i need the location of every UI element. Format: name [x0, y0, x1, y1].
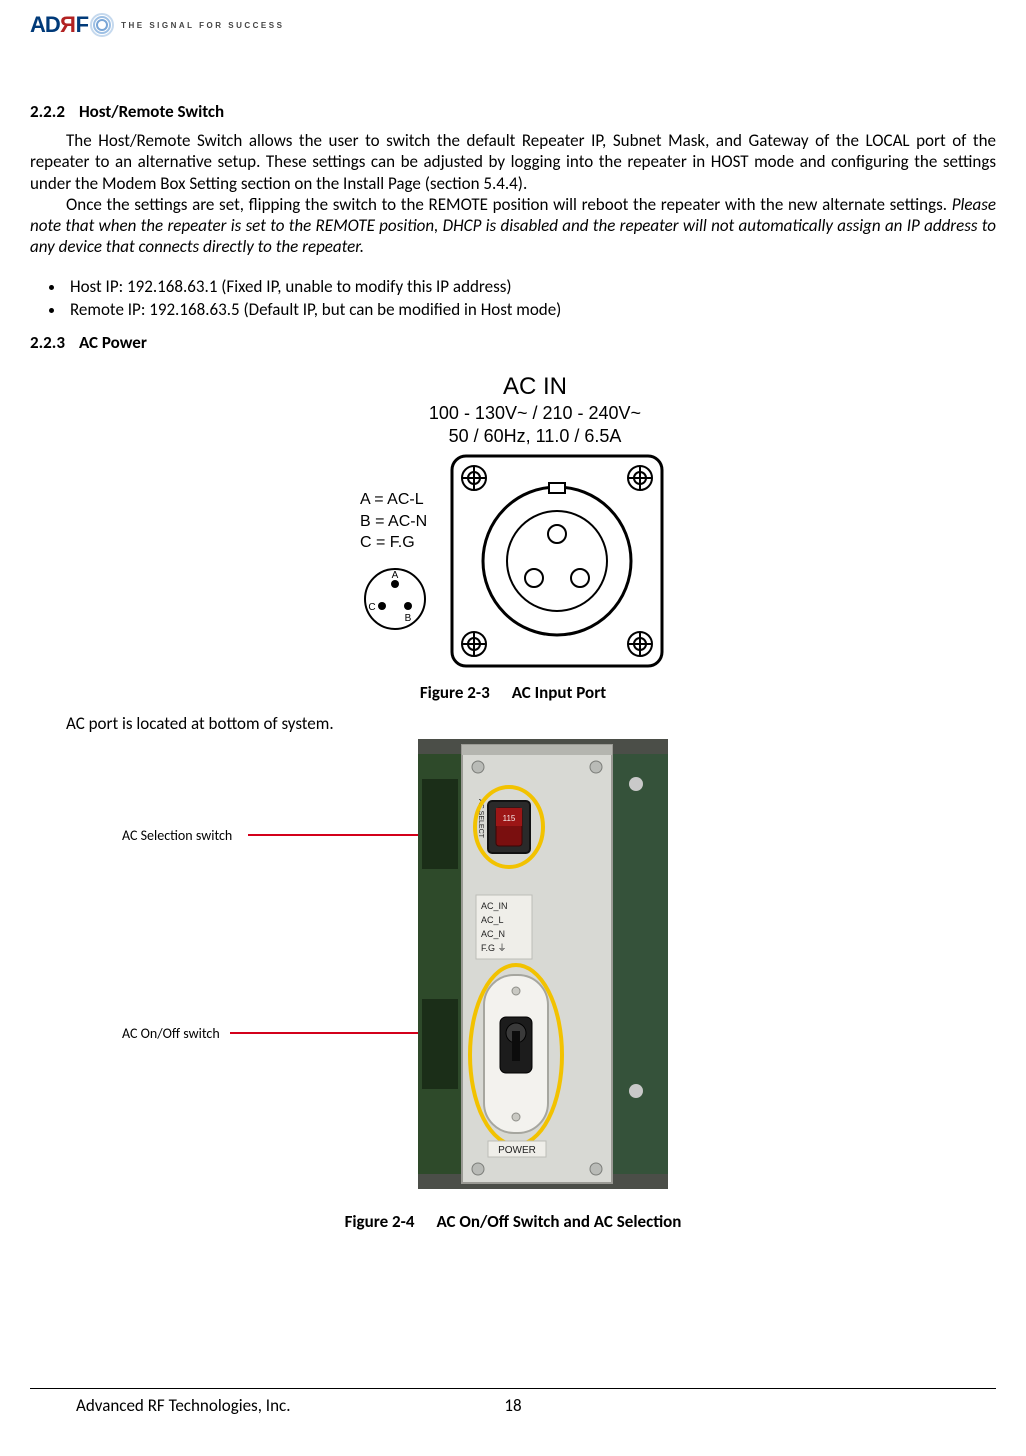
figure-2-4-caption: Figure 2-4 AC On/Off Switch and AC Select…: [30, 1211, 996, 1232]
para-222-2: Once the settings are set, flipping the …: [30, 194, 996, 258]
svg-text:AC_IN: AC_IN: [481, 901, 508, 911]
svg-text:C: C: [368, 602, 375, 613]
figure-2-3-title: AC Input Port: [512, 682, 606, 703]
figure-2-4-title: AC On/Off Switch and AC Selection: [436, 1211, 681, 1232]
para-222-1: The Host/Remote Switch allows the user t…: [30, 130, 996, 194]
logo-text-ad: AD: [30, 12, 60, 38]
footer-company: Advanced RF Technologies, Inc.: [76, 1395, 290, 1416]
svg-text:A: A: [392, 570, 399, 581]
small-connector-icon: A C B: [360, 564, 430, 634]
figure-2-3-number: Figure 2-3: [420, 682, 490, 703]
svg-text:AC_N: AC_N: [481, 929, 505, 939]
ac-in-spec-2: 50 / 60Hz, 11.0 / 6.5A: [429, 425, 641, 448]
ac-switch-photo: AC SELECT 115 AC_IN AC_L AC_N F.G ⏚: [418, 739, 668, 1189]
ac-in-title: AC IN: [429, 371, 641, 402]
adrf-logo: ADRF: [30, 12, 113, 38]
heading-2-2-2: 2.2.2 Host/Remote Switch: [30, 101, 996, 122]
pin-legend-c: C = F.G: [360, 532, 427, 554]
figure-2-3: AC IN 100 - 130V~ / 210 - 240V~ 50 / 60H…: [30, 371, 996, 704]
ac-in-spec-1: 100 - 130V~ / 210 - 240V~: [429, 402, 641, 425]
figure-2-4-number: Figure 2-4: [345, 1211, 415, 1232]
logo-text-f: F: [76, 12, 89, 38]
ac-port-location-text: AC port is located at bottom of system.: [30, 713, 996, 734]
svg-text:B: B: [405, 613, 412, 624]
bullet-remote-ip: Remote IP: 192.168.63.5 (Default IP, but…: [66, 299, 996, 320]
ip-bullet-list: Host IP: 192.168.63.1 (Fixed IP, unable …: [30, 276, 996, 320]
pin-legend: A = AC-L B = AC-N C = F.G: [360, 489, 427, 554]
heading-number: 2.2.3: [30, 332, 65, 353]
heading-2-2-3: 2.2.3 AC Power: [30, 332, 996, 353]
footer-page-number: 18: [504, 1395, 521, 1416]
page-footer: Advanced RF Technologies, Inc. 18: [30, 1388, 996, 1416]
svg-text:F.G ⏚: F.G ⏚: [481, 943, 507, 953]
svg-text:POWER: POWER: [498, 1145, 536, 1156]
ac-in-label-block: AC IN 100 - 130V~ / 210 - 240V~ 50 / 60H…: [429, 371, 641, 449]
heading-title: AC Power: [79, 332, 147, 353]
logo-text-r: R: [60, 12, 76, 38]
heading-title: Host/Remote Switch: [79, 101, 224, 122]
logo-tagline: THE SIGNAL FOR SUCCESS: [121, 21, 284, 30]
pin-legend-b: B = AC-N: [360, 511, 427, 533]
figure-2-3-caption: Figure 2-3 AC Input Port: [420, 682, 606, 703]
bullet-host-ip: Host IP: 192.168.63.1 (Fixed IP, unable …: [66, 276, 996, 297]
ac-input-port-diagram: [448, 452, 666, 670]
callout-ac-selection: AC Selection switch: [122, 827, 232, 844]
logo-waves-icon: [91, 14, 113, 36]
svg-text:115: 115: [503, 814, 516, 823]
heading-number: 2.2.2: [30, 101, 65, 122]
figure-2-4: AC Selection switch AC On/Off switch: [30, 739, 996, 1199]
para-222-2a: Once the settings are set, flipping the …: [66, 194, 952, 215]
page-header: ADRF THE SIGNAL FOR SUCCESS: [30, 0, 996, 45]
callout-ac-onoff: AC On/Off switch: [122, 1025, 220, 1042]
pin-legend-a: A = AC-L: [360, 489, 427, 511]
svg-text:AC_L: AC_L: [481, 915, 504, 925]
